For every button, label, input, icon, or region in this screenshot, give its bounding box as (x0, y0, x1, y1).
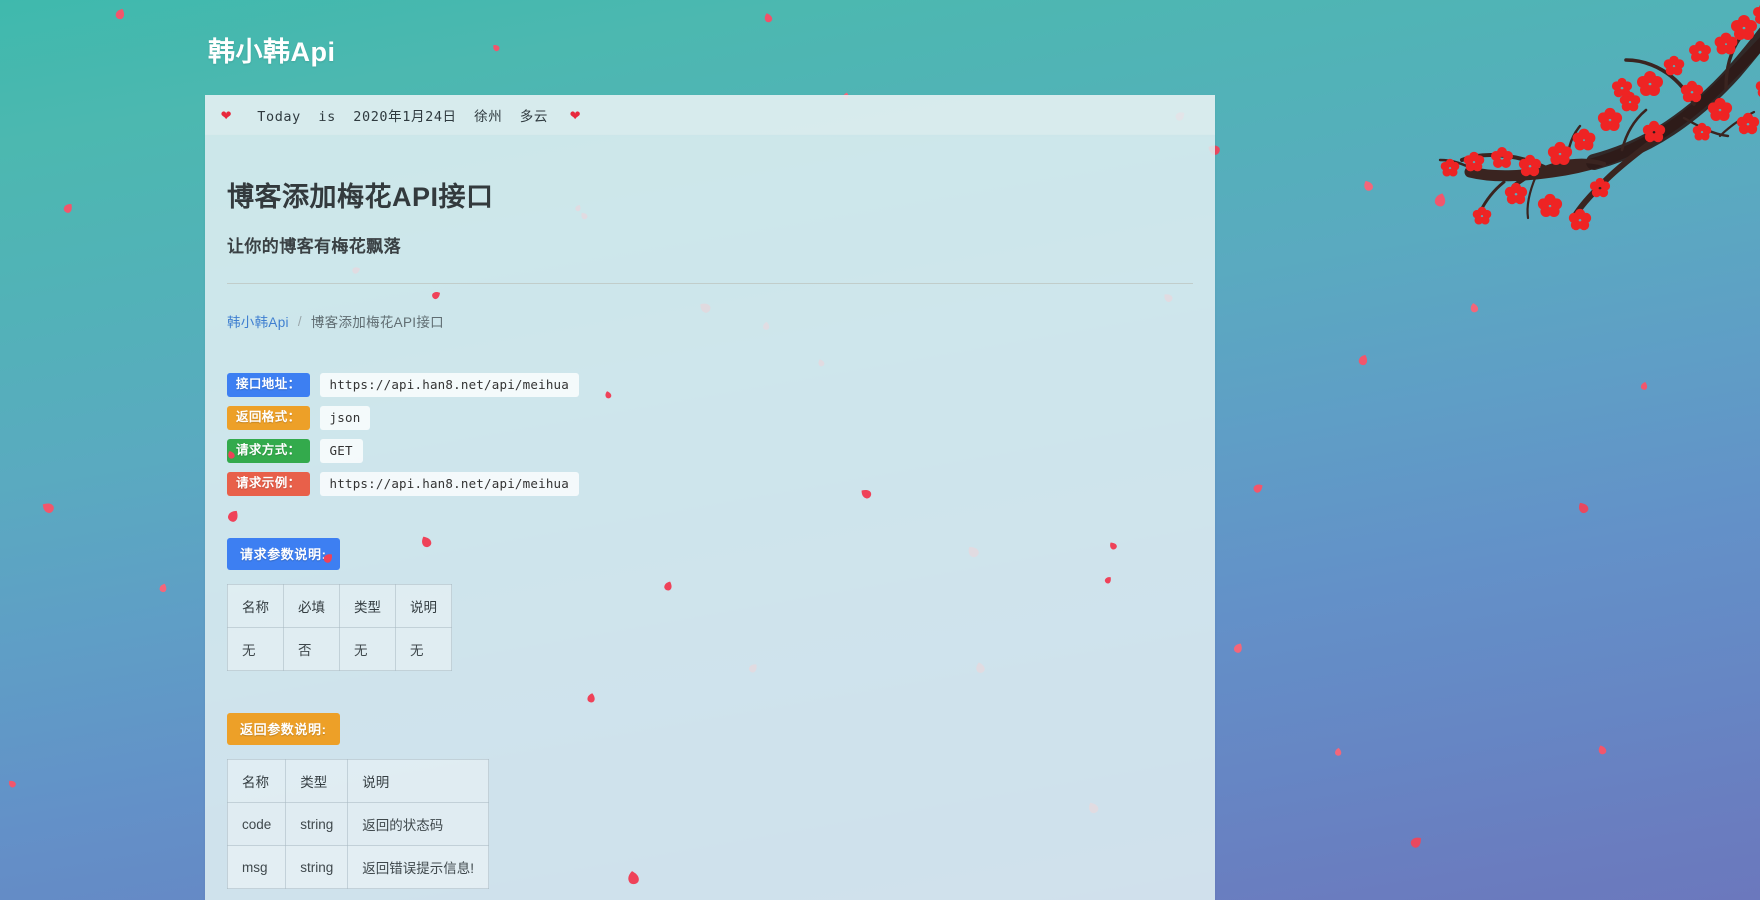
example-value[interactable]: https://api.han8.net/api/meihua (320, 472, 580, 496)
table-row: 无 否 无 无 (228, 628, 452, 671)
request-params-heading: 请求参数说明: (227, 538, 340, 570)
today-bar: ❤ Today is 2020年1月24日 徐州 多云 ❤ (205, 95, 1215, 135)
petal (60, 200, 77, 217)
page-title: 博客添加梅花API接口 (227, 175, 1193, 214)
title-divider (227, 283, 1193, 284)
main-card: 博客添加梅花API接口 让你的博客有梅花飘落 韩小韩Api / 博客添加梅花AP… (205, 135, 1215, 900)
api-meta-row-format: 返回格式： json (227, 406, 1193, 430)
cell: 返回错误提示信息! (348, 846, 489, 889)
petal (1354, 351, 1371, 368)
response-params-section: 返回参数说明: 名称 类型 说明 code str (227, 713, 1193, 889)
format-label: 返回格式： (227, 406, 310, 429)
response-params-heading: 返回参数说明: (227, 713, 340, 745)
petal (1595, 743, 1609, 757)
api-meta-row-example: 请求示例： https://api.han8.net/api/meihua (227, 472, 1193, 496)
request-col-desc: 说明 (396, 585, 452, 628)
method-value[interactable]: GET (320, 439, 363, 463)
method-label: 请求方式： (227, 439, 310, 462)
api-meta-row-method: 请求方式： GET (227, 439, 1193, 463)
response-col-type: 类型 (286, 760, 348, 803)
petal (1333, 747, 1344, 758)
blossom-cluster (1441, 3, 1760, 230)
response-params-table: 名称 类型 说明 code string 返回的状态码 (227, 759, 489, 889)
breadcrumb-current: 博客添加梅花API接口 (311, 311, 444, 331)
content-container: 韩小韩Api ❤ Today is 2020年1月24日 徐州 多云 ❤ 博客添… (205, 0, 1215, 900)
table-row: code string 返回的状态码 (228, 803, 489, 846)
plum-blossom-branch-decoration (1354, 0, 1760, 242)
request-params-section: 请求参数说明: 名称 必填 类型 说明 无 (227, 538, 1193, 671)
cell: 返回的状态码 (348, 803, 489, 846)
response-col-desc: 说明 (348, 760, 489, 803)
breadcrumb-separator: / (298, 314, 302, 329)
petal (1468, 302, 1481, 315)
petal (156, 581, 170, 595)
request-col-name: 名称 (228, 585, 284, 628)
endpoint-label: 接口地址： (227, 373, 310, 396)
petal (1430, 190, 1451, 211)
petal (5, 777, 19, 791)
endpoint-value[interactable]: https://api.han8.net/api/meihua (320, 373, 580, 397)
example-label: 请求示例： (227, 472, 310, 495)
breadcrumb-home-link[interactable]: 韩小韩Api (227, 311, 289, 331)
request-col-required: 必填 (284, 585, 340, 628)
cell: code (228, 803, 286, 846)
cell: string (286, 846, 348, 889)
petal (1406, 832, 1426, 852)
petal (1359, 177, 1376, 194)
heart-icon-left: ❤ (221, 107, 231, 124)
api-meta-row-endpoint: 接口地址： https://api.han8.net/api/meihua (227, 373, 1193, 397)
branch-limbs (1440, 22, 1760, 218)
cell: msg (228, 846, 286, 889)
petal (1638, 380, 1650, 392)
petal (1250, 480, 1266, 496)
petal (111, 5, 128, 22)
cell: 无 (228, 628, 284, 671)
breadcrumb: 韩小韩Api / 博客添加梅花API接口 (227, 311, 1193, 331)
petal (1574, 499, 1593, 518)
heart-icon-right: ❤ (570, 107, 580, 124)
table-header-row: 名称 必填 类型 说明 (228, 585, 452, 628)
request-col-type: 类型 (340, 585, 396, 628)
request-params-table: 名称 必填 类型 说明 无 否 无 无 (227, 584, 452, 671)
petal (38, 498, 58, 518)
response-col-name: 名称 (228, 760, 286, 803)
cell: 无 (340, 628, 396, 671)
format-value[interactable]: json (320, 406, 371, 430)
petal (1230, 640, 1247, 657)
table-row: msg string 返回错误提示信息! (228, 846, 489, 889)
page-root: 韩小韩Api ❤ Today is 2020年1月24日 徐州 多云 ❤ 博客添… (0, 0, 1760, 900)
page-subtitle: 让你的博客有梅花飘落 (227, 232, 1193, 257)
cell: 否 (284, 628, 340, 671)
cell: 无 (396, 628, 452, 671)
api-meta-list: 接口地址： https://api.han8.net/api/meihua 返回… (227, 373, 1193, 496)
today-text: Today is 2020年1月24日 徐州 多云 (257, 105, 548, 125)
cell: string (286, 803, 348, 846)
site-title: 韩小韩Api (205, 0, 1215, 69)
table-header-row: 名称 类型 说明 (228, 760, 489, 803)
